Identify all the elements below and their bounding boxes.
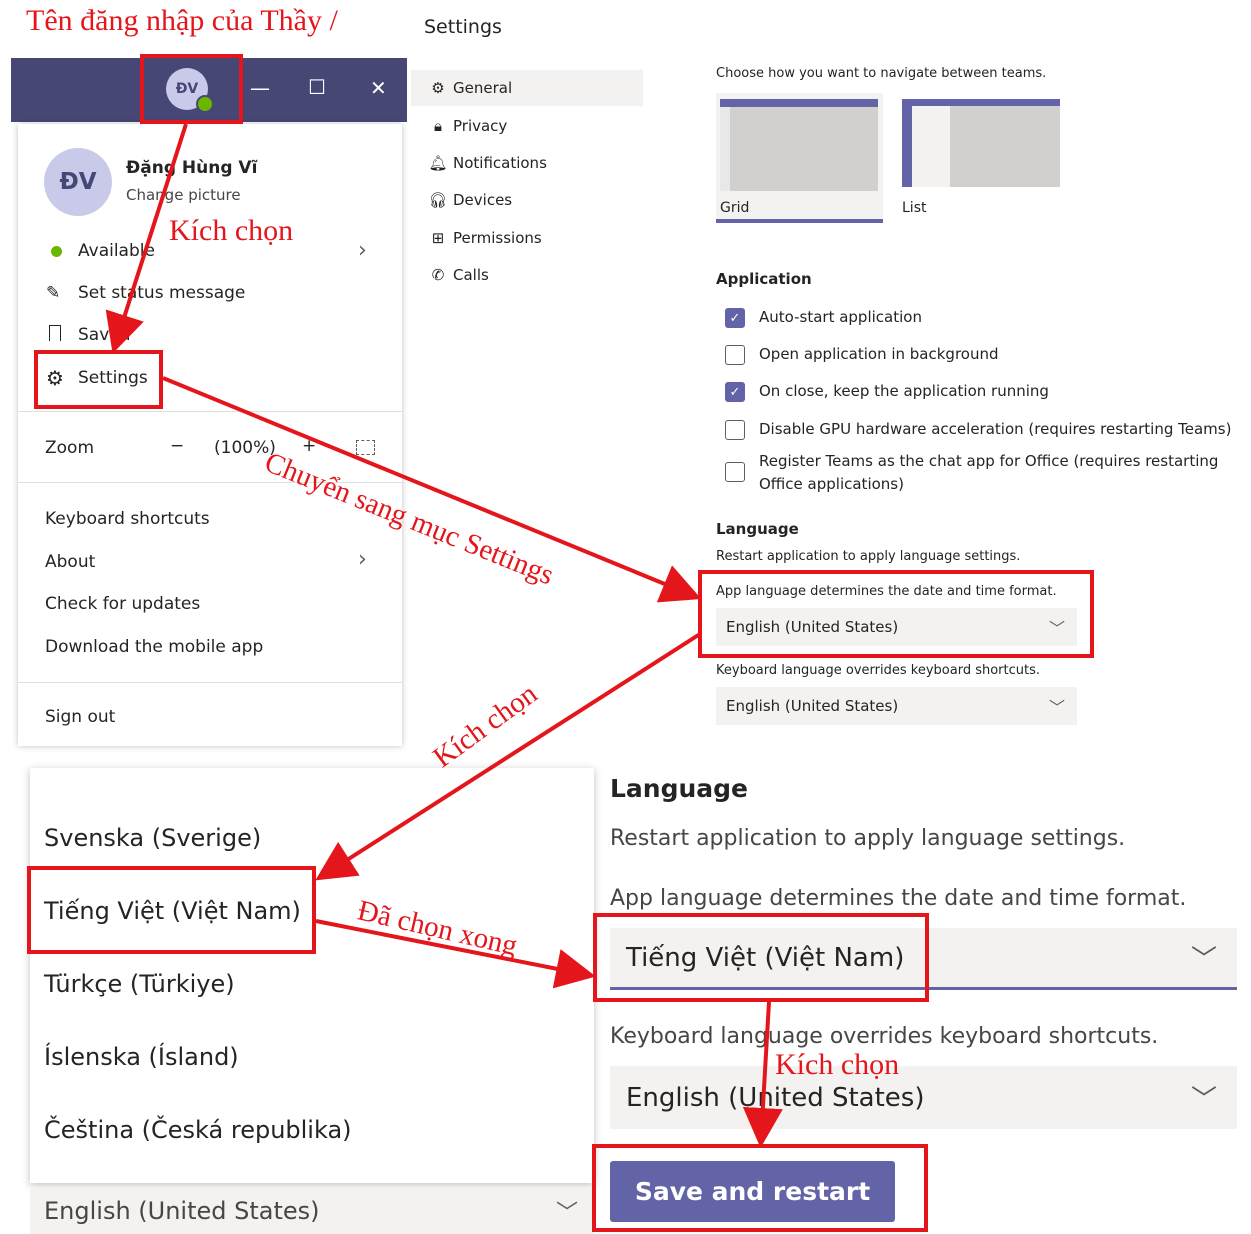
- annotation-arrows: [105, 123, 783, 1148]
- arrow-selected-to-save: [742, 1001, 783, 1148]
- arrow-language-to-list: [315, 632, 702, 881]
- annotation-click-1: Kích chọn: [169, 214, 294, 247]
- arrow-settings-to-language: [162, 376, 702, 603]
- annotation-click-3: Kích chọn: [775, 1048, 900, 1081]
